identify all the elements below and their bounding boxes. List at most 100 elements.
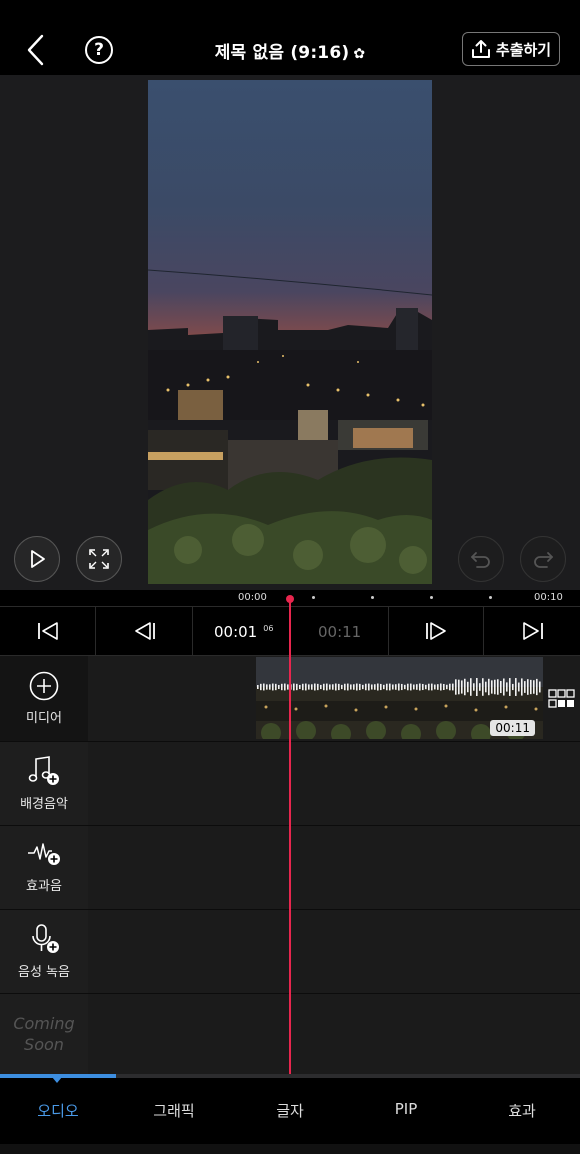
tab-pip[interactable]: PIP (348, 1100, 464, 1118)
waveform-bar (449, 683, 451, 691)
bottom-tab-bar: 오디오 그래픽 글자 PIP 효과 (0, 1074, 580, 1154)
record-voice-button[interactable]: 음성 녹음 (0, 910, 88, 993)
play-button[interactable] (14, 536, 60, 582)
export-button[interactable]: 추출하기 (462, 32, 560, 66)
waveform-bar (416, 684, 418, 690)
waveform-bar (386, 683, 388, 691)
undo-icon (471, 552, 490, 568)
upload-icon (471, 40, 490, 58)
top-bar: ? 제목 없음 (9:16) ✿ 추출하기 (0, 0, 580, 75)
bgm-label: 배경음악 (20, 797, 68, 812)
waveform-bar (482, 678, 484, 696)
waveform-bar (275, 683, 277, 691)
playhead-handle[interactable] (286, 595, 294, 603)
waveform-bar (308, 684, 310, 690)
waveform-bar (311, 684, 313, 690)
redo-button[interactable] (520, 536, 566, 582)
waveform-bar (527, 679, 529, 695)
waveform-bar (347, 683, 349, 691)
export-label: 추출하기 (495, 40, 552, 59)
undo-button[interactable] (458, 536, 504, 582)
skip-to-end-button[interactable] (485, 607, 580, 655)
night-city-image (148, 80, 432, 584)
help-button[interactable]: ? (85, 36, 113, 64)
waveform-bar (260, 683, 262, 691)
waveform-bar (398, 683, 400, 691)
waveform-bar (467, 681, 469, 693)
expand-icon (89, 549, 109, 569)
waveform-bar (440, 683, 442, 691)
current-frame: 06 (263, 624, 274, 633)
waveform-bar (278, 684, 280, 690)
waveform-bar (329, 684, 331, 690)
grid-icon[interactable] (548, 689, 576, 709)
waveform-bar (443, 683, 445, 691)
tab-effects[interactable]: 효과 (464, 1100, 580, 1121)
waveform-bar (407, 683, 409, 691)
waveform-bar (296, 683, 298, 691)
add-media-button[interactable]: 미디어 (0, 656, 88, 741)
waveform-bar (266, 684, 268, 690)
waveform-bar (473, 683, 475, 691)
waveform-bar (488, 678, 490, 696)
waveform-bar (446, 684, 448, 690)
music-note-icon (28, 756, 59, 785)
waveform-bar (431, 683, 433, 691)
fullscreen-button[interactable] (76, 536, 122, 582)
waveform-bar (428, 683, 430, 691)
waveform-bar (437, 684, 439, 690)
gear-icon[interactable]: ✿ (353, 46, 365, 62)
playhead[interactable] (289, 599, 291, 1075)
waveform-bar (341, 684, 343, 690)
waveform-bar (503, 678, 505, 696)
add-bgm-button[interactable]: 배경음악 (0, 742, 88, 825)
tab-graphics[interactable]: 그래픽 (116, 1100, 232, 1121)
coming-soon-text: Coming Soon (13, 1014, 75, 1054)
waveform-bar (479, 683, 481, 691)
video-preview[interactable] (148, 80, 432, 584)
waveform-bar (269, 684, 271, 690)
waveform-bar (509, 678, 511, 696)
ruler-dot (489, 596, 492, 599)
waveform-bar (326, 683, 328, 691)
preview-area (0, 75, 580, 590)
waveform-bar (422, 683, 424, 691)
waveform-bar (371, 684, 373, 690)
waveform-bar (374, 684, 376, 690)
waveform-bar (284, 683, 286, 691)
waveform-bar (389, 683, 391, 691)
add-sfx-button[interactable]: 효과음 (0, 826, 88, 909)
waveform-bar (485, 681, 487, 693)
question-circle-icon: ? (94, 40, 104, 60)
ruler-dot (430, 596, 433, 599)
step-back-icon (134, 622, 155, 640)
waveform-bar (497, 679, 499, 695)
coming-soon-slot: Coming Soon (0, 994, 88, 1074)
waveform-bar (413, 684, 415, 690)
tab-audio[interactable]: 오디오 (0, 1100, 116, 1121)
waveform-bar (368, 683, 370, 691)
play-icon (31, 550, 45, 568)
waveform-bar (362, 684, 364, 690)
microphone-icon (32, 924, 59, 953)
waveform-bar (536, 678, 538, 696)
next-frame-button[interactable] (388, 607, 484, 655)
video-clip[interactable]: 00:11 (256, 657, 543, 739)
skip-to-start-button[interactable] (0, 607, 96, 655)
waveform-bar (293, 683, 295, 691)
tab-text[interactable]: 글자 (232, 1100, 348, 1121)
back-button[interactable] (20, 32, 50, 68)
waveform-bar (338, 683, 340, 691)
sfx-label: 효과음 (26, 879, 62, 894)
waveform-bar (410, 683, 412, 691)
voice-label: 음성 녹음 (18, 965, 70, 980)
waveform-bar (530, 679, 532, 695)
current-time: 00:01 06 (214, 623, 274, 641)
ruler-dot (312, 596, 315, 599)
waveform-bar (434, 684, 436, 690)
waveform-bar (392, 684, 394, 690)
waveform-bar (305, 683, 307, 691)
prev-frame-button[interactable] (97, 607, 193, 655)
project-title[interactable]: 제목 없음 (9:16) ✿ (120, 38, 460, 63)
waveform-bar (401, 683, 403, 691)
